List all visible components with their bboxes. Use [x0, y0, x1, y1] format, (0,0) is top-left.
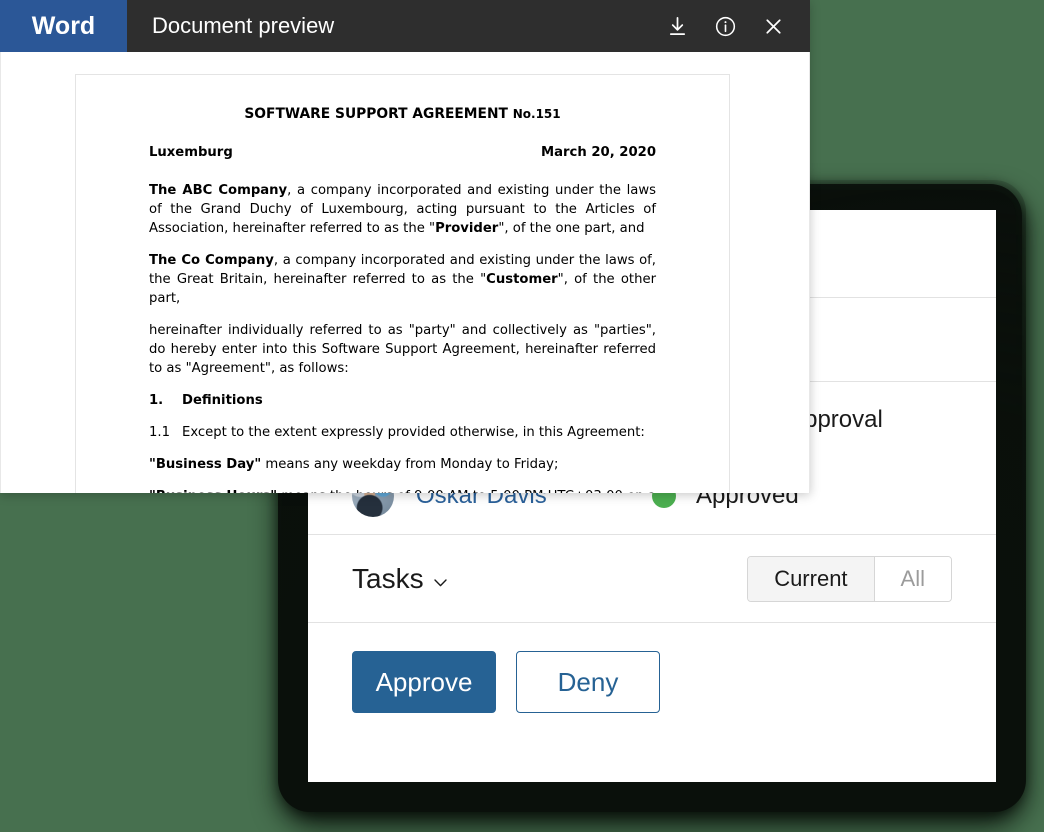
- document-page: SOFTWARE SUPPORT AGREEMENT No.151 Luxemb…: [75, 74, 730, 493]
- definition-business-day: "Business Day" means any weekday from Mo…: [149, 455, 656, 474]
- provider-company-name: The ABC Company: [149, 183, 288, 198]
- tasks-filter-toggle: Current All: [747, 555, 952, 602]
- tasks-filter-current[interactable]: Current: [748, 556, 875, 601]
- clause-number: 1.1: [149, 425, 170, 440]
- chevron-down-icon: [433, 578, 447, 587]
- preview-body: SOFTWARE SUPPORT AGREEMENT No.151 Luxemb…: [0, 52, 810, 493]
- document-paragraph-provider: The ABC Company, a company incorporated …: [149, 181, 656, 238]
- document-title-main: SOFTWARE SUPPORT AGREEMENT: [244, 106, 508, 122]
- business-hours-term: "Business Hours": [149, 489, 277, 493]
- download-icon[interactable]: [658, 7, 696, 45]
- approve-button[interactable]: Approve: [352, 651, 496, 713]
- customer-term: Customer: [486, 272, 558, 287]
- tasks-header: Tasks Current All: [308, 535, 996, 623]
- info-icon[interactable]: [706, 7, 744, 45]
- document-place-date: Luxemburg March 20, 2020: [149, 143, 656, 162]
- document-title: SOFTWARE SUPPORT AGREEMENT No.151: [149, 105, 656, 124]
- approval-actions: Approve Deny: [308, 623, 996, 782]
- customer-company-name: The Co Company: [149, 253, 274, 268]
- tasks-dropdown[interactable]: Tasks: [352, 563, 447, 595]
- document-date: March 20, 2020: [541, 145, 656, 160]
- document-paragraph-hereinafter: hereinafter individually referred to as …: [149, 323, 656, 376]
- business-day-term: "Business Day": [149, 457, 262, 472]
- close-icon[interactable]: [754, 7, 792, 45]
- provider-text-2: ", of the one part, and: [498, 221, 645, 236]
- preview-title: Document preview: [152, 13, 335, 38]
- definition-business-hours: "Business Hours" means the hours of 9:00…: [149, 487, 656, 493]
- word-app-badge: Word: [0, 0, 127, 52]
- document-paragraph-customer: The Co Company, a company incorporated a…: [149, 251, 656, 308]
- heading-number: 1.: [149, 393, 164, 408]
- business-day-text: means any weekday from Monday to Friday;: [261, 457, 559, 472]
- clause-text: Except to the extent expressly provided …: [182, 425, 645, 440]
- tasks-filter-all[interactable]: All: [874, 556, 951, 601]
- provider-term: Provider: [435, 221, 499, 236]
- document-clause-1-1: 1.1 Except to the extent expressly provi…: [149, 423, 656, 442]
- document-title-number: No.151: [512, 107, 561, 121]
- heading-text: Definitions: [182, 393, 263, 408]
- document-place: Luxemburg: [149, 145, 233, 160]
- preview-titlebar: Word Document preview: [0, 0, 810, 52]
- tasks-label: Tasks: [352, 562, 424, 594]
- document-preview-window: Word Document preview SOFTWARE SUPPORT A…: [0, 0, 810, 493]
- document-heading-definitions: 1. Definitions: [149, 391, 656, 410]
- deny-button[interactable]: Deny: [516, 651, 660, 713]
- titlebar-actions: [658, 0, 810, 52]
